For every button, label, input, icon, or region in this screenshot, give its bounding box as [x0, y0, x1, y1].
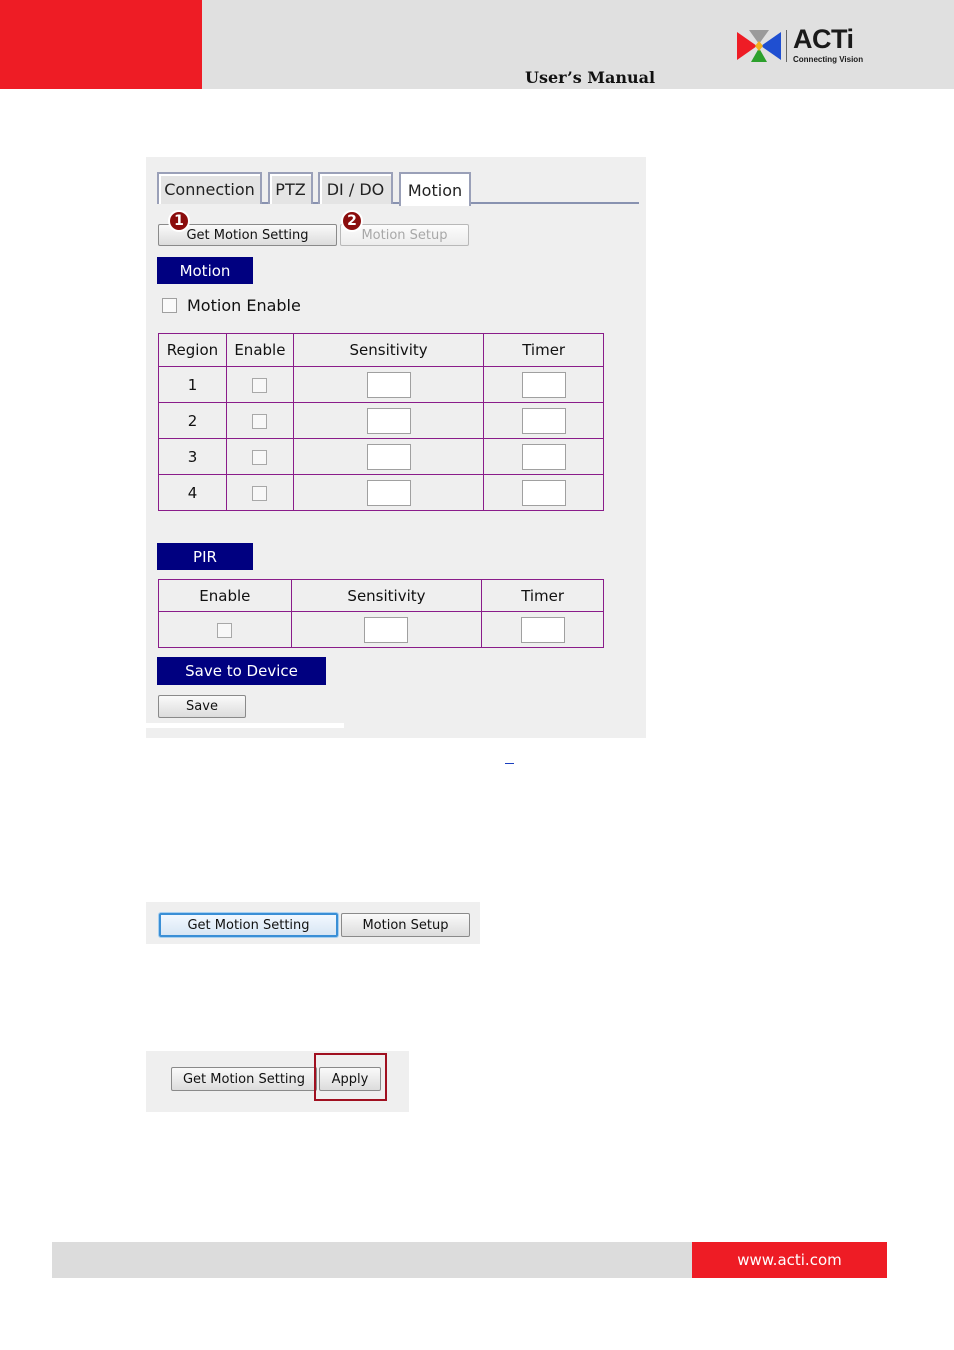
- table-row: 1: [158, 366, 604, 403]
- region-2-sensitivity-input[interactable]: [366, 407, 411, 434]
- logo-wordmark: ACTi: [793, 24, 854, 54]
- motion-enable-label: Motion Enable: [187, 296, 301, 315]
- region-4-timer-input[interactable]: [521, 479, 566, 506]
- column-header-sensitivity: Sensitivity: [292, 333, 485, 367]
- pir-timer-input[interactable]: [520, 616, 565, 643]
- tab-di-do[interactable]: DI / DO: [318, 172, 393, 204]
- step-marker-1: 1: [168, 210, 190, 232]
- region-3-sensitivity-input[interactable]: [366, 443, 411, 470]
- region-4-sensitivity-input[interactable]: [366, 479, 411, 506]
- logo-separator: [786, 30, 787, 62]
- region-number: 3: [158, 438, 227, 475]
- motion-settings-panel: Connection PTZ DI / DO Motion 1 Get Moti…: [146, 157, 646, 738]
- panel-bottom-strip: [146, 723, 344, 728]
- motion-section-header: Motion: [157, 257, 253, 284]
- motion-enable-checkbox[interactable]: [162, 298, 177, 313]
- column-header-region: Region: [158, 333, 227, 367]
- acti-logo: ACTi Connecting Vision: [735, 24, 870, 66]
- save-button[interactable]: Save: [158, 695, 246, 718]
- footer-gray-bar: [52, 1242, 692, 1278]
- pir-column-header-timer: Timer: [481, 579, 604, 612]
- region-3-enable-checkbox[interactable]: [252, 449, 268, 465]
- region-3-timer-input[interactable]: [521, 443, 566, 470]
- motion-region-table: Region Enable Sensitivity Timer 1 2 3 4: [158, 333, 604, 511]
- pir-sensitivity-input[interactable]: [364, 616, 409, 643]
- tab-motion[interactable]: Motion: [399, 172, 471, 206]
- caption-link-underline: [505, 763, 514, 764]
- motion-setup-button[interactable]: Motion Setup: [341, 913, 470, 937]
- logo-tagline: Connecting Vision: [793, 55, 864, 64]
- table-row: 4: [158, 474, 604, 511]
- region-2-enable-checkbox[interactable]: [252, 413, 268, 429]
- table-row: 3: [158, 438, 604, 475]
- pir-enable-checkbox[interactable]: [217, 622, 233, 638]
- step-marker-2: 2: [341, 210, 363, 232]
- apply-button[interactable]: Apply: [319, 1067, 381, 1091]
- region-number: 2: [158, 402, 227, 439]
- pir-column-header-enable: Enable: [158, 579, 292, 612]
- pir-table: Enable Sensitivity Timer: [158, 579, 604, 648]
- tab-ptz[interactable]: PTZ: [268, 172, 313, 204]
- table-row: 2: [158, 402, 604, 439]
- apply-buttons-panel: Get Motion Setting Apply: [146, 1051, 409, 1112]
- get-motion-setting-button[interactable]: Get Motion Setting: [171, 1067, 317, 1091]
- region-4-enable-checkbox[interactable]: [252, 485, 268, 501]
- page-header-title: User’s Manual: [525, 68, 656, 87]
- footer-url[interactable]: www.acti.com: [692, 1242, 887, 1278]
- get-motion-setting-button[interactable]: Get Motion Setting: [159, 913, 338, 937]
- region-1-enable-checkbox[interactable]: [252, 377, 268, 393]
- table-row: [158, 611, 604, 648]
- region-1-sensitivity-input[interactable]: [366, 371, 411, 398]
- pir-table-header-row: Enable Sensitivity Timer: [158, 579, 604, 612]
- motion-buttons-panel: Get Motion Setting Motion Setup: [146, 902, 480, 944]
- pir-section-header: PIR: [157, 543, 253, 570]
- column-header-timer: Timer: [483, 333, 604, 367]
- column-header-enable: Enable: [225, 333, 294, 367]
- pir-column-header-sensitivity: Sensitivity: [290, 579, 483, 612]
- header-red-block: [0, 0, 202, 89]
- region-number: 4: [158, 474, 227, 511]
- acti-logo-icon: [737, 30, 781, 62]
- region-number: 1: [158, 366, 227, 403]
- tab-connection[interactable]: Connection: [157, 172, 262, 204]
- motion-table-header-row: Region Enable Sensitivity Timer: [158, 333, 604, 367]
- save-to-device-section-header: Save to Device: [157, 657, 326, 685]
- region-1-timer-input[interactable]: [521, 371, 566, 398]
- region-2-timer-input[interactable]: [521, 407, 566, 434]
